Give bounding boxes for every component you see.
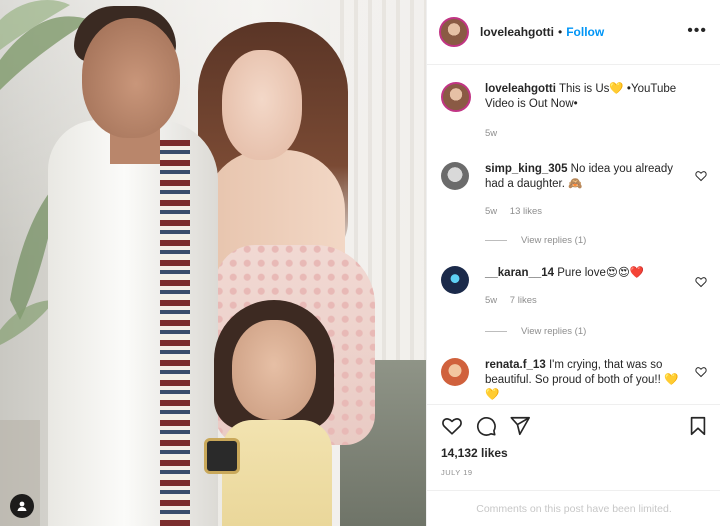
author-avatar[interactable]	[439, 17, 469, 47]
caption-time[interactable]: 5w	[485, 128, 497, 139]
comment-time[interactable]: 5w	[485, 206, 497, 217]
post-header: loveleahgotti • Follow •••	[427, 0, 720, 65]
user-tag-icon[interactable]	[10, 494, 34, 518]
woman-face	[222, 50, 302, 160]
follow-button[interactable]: Follow	[566, 25, 604, 39]
user-tag-glyph	[17, 501, 27, 511]
caption-avatar[interactable]	[441, 82, 471, 112]
comments-list[interactable]: loveleahgotti This is Us💛 •YouTube Video…	[427, 70, 720, 400]
comment-time[interactable]: 5w	[485, 295, 497, 306]
girl-face	[232, 320, 316, 420]
comment-body: simp_king_305 No idea you already had a …	[485, 162, 681, 192]
comment-username[interactable]: __karan__14	[485, 267, 554, 279]
view-replies-label: View replies (1)	[521, 235, 587, 246]
comment-item: simp_king_305 No idea you already had a …	[441, 162, 711, 252]
view-replies-label: View replies (1)	[521, 326, 587, 337]
view-replies-button[interactable]: View replies (1)	[485, 235, 586, 246]
caption-body: loveleahgotti This is Us💛 •YouTube Video…	[485, 82, 681, 112]
comment-meta: 5w 13 likes	[485, 206, 552, 217]
post-photo[interactable]	[0, 0, 426, 526]
comment-body: __karan__14 Pure love😍😍❤️	[485, 266, 681, 281]
replies-line	[485, 240, 507, 241]
man-face	[82, 18, 180, 138]
view-replies-button[interactable]: View replies (1)	[485, 326, 586, 337]
header-separator: •	[558, 25, 563, 39]
comment-like-heart-icon[interactable]	[695, 366, 707, 378]
wristwatch	[204, 438, 240, 474]
caption-meta: 5w	[485, 128, 507, 139]
action-bar	[427, 404, 720, 445]
comment-meta: 5w 7 likes	[485, 295, 547, 306]
comment-username[interactable]: renata.f_13	[485, 359, 546, 371]
comment-like-heart-icon[interactable]	[695, 170, 707, 182]
comments-limited-notice: Comments on this post have been limited.	[427, 490, 720, 527]
commenter-avatar[interactable]	[441, 358, 469, 386]
heart-icon[interactable]	[441, 415, 463, 437]
paper-plane-icon[interactable]	[509, 415, 531, 437]
caption: loveleahgotti This is Us💛 •YouTube Video…	[441, 82, 711, 142]
comment-like-heart-icon[interactable]	[695, 276, 707, 288]
likes-count[interactable]: 14,132 likes	[441, 446, 508, 460]
more-options-icon[interactable]: •••	[687, 22, 707, 40]
comment-likes[interactable]: 7 likes	[510, 295, 537, 306]
man-shirt	[48, 120, 218, 526]
girl-dress	[222, 420, 332, 526]
author-username[interactable]: loveleahgotti	[480, 25, 554, 39]
comment-body: renata.f_13 I'm crying, that was so beau…	[485, 358, 681, 400]
caption-username[interactable]: loveleahgotti	[485, 83, 556, 95]
comment-item: __karan__14 Pure love😍😍❤️ 5w 7 likes Vie…	[441, 266, 711, 346]
comment-username[interactable]: simp_king_305	[485, 163, 567, 175]
commenter-avatar[interactable]	[441, 162, 469, 190]
post-sidebar: loveleahgotti • Follow ••• loveleahgotti…	[426, 0, 720, 526]
commenter-avatar[interactable]	[441, 266, 469, 294]
comment-text: Pure love😍😍❤️	[557, 267, 645, 279]
post-date[interactable]: JULY 19	[441, 468, 473, 477]
replies-line	[485, 331, 507, 332]
comment-likes[interactable]: 13 likes	[510, 206, 542, 217]
comment-item: renata.f_13 I'm crying, that was so beau…	[441, 358, 711, 400]
comment-bubble-icon[interactable]	[475, 415, 497, 437]
shirt-embroidery	[160, 140, 190, 526]
bookmark-icon[interactable]	[687, 415, 709, 437]
